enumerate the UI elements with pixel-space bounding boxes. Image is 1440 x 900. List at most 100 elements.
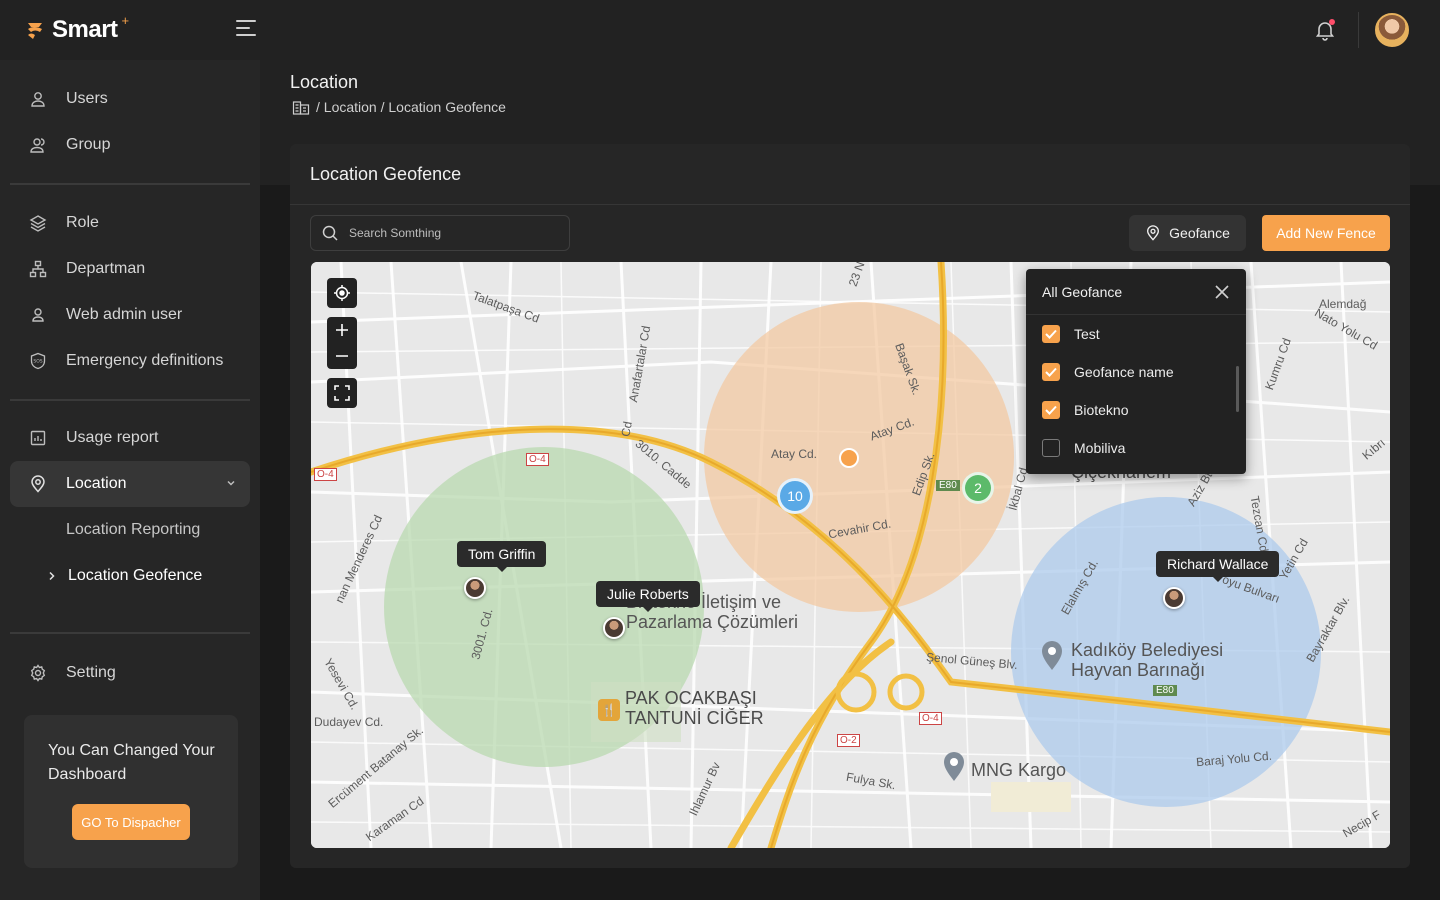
zoom-out-icon[interactable] xyxy=(335,349,349,363)
app-logo[interactable]: Smart + xyxy=(26,12,130,44)
option-label: Biotekno xyxy=(1074,402,1129,418)
checkbox-checked[interactable] xyxy=(1042,363,1060,381)
restaurant-icon: 🍴 xyxy=(598,699,620,721)
sidebar-item-label: Emergency definitions xyxy=(66,352,224,369)
svg-text:SOS: SOS xyxy=(33,359,42,365)
dropdown-scrollbar[interactable] xyxy=(1236,366,1239,412)
report-icon xyxy=(28,428,48,448)
top-bar: Smart + xyxy=(0,0,1440,60)
person-marker[interactable] xyxy=(1163,587,1185,609)
option-label: Geofance name xyxy=(1074,364,1174,380)
close-icon[interactable] xyxy=(1214,284,1230,300)
sidebar-item-departman[interactable]: Departman xyxy=(10,246,250,292)
sidebar-item-label: Group xyxy=(66,136,111,153)
logo-text: Smart xyxy=(52,16,118,43)
location-pin-icon xyxy=(28,474,48,494)
sidebar-item-label: Departman xyxy=(66,260,146,277)
geofence-filter-button[interactable]: Geofance xyxy=(1129,215,1246,251)
road-badge: O-4 xyxy=(314,468,337,481)
menu-toggle-icon[interactable] xyxy=(236,20,260,40)
dashboard-promo-card: You Can Changed Your Dashboard GO To Dis… xyxy=(24,715,238,868)
sidebar-divider xyxy=(10,183,250,185)
geofence-option-geofance-name[interactable]: Geofance name xyxy=(1042,363,1174,381)
logo-icon xyxy=(28,23,42,39)
person-tooltip: Tom Griffin xyxy=(457,541,547,572)
sidebar-subitem-location-reporting[interactable]: Location Reporting xyxy=(66,521,200,539)
road-badge: E80 xyxy=(936,480,960,491)
go-to-dispatcher-button[interactable]: GO To Dispacher xyxy=(72,804,190,840)
sidebar-item-label: Role xyxy=(66,214,99,231)
geofence-dropdown: All Geofance Test Geofance name Biotekno… xyxy=(1026,269,1246,474)
fullscreen-icon xyxy=(334,385,350,401)
search-input[interactable] xyxy=(349,226,549,240)
sidebar-item-users[interactable]: Users xyxy=(10,76,250,122)
geofence-option-test[interactable]: Test xyxy=(1042,325,1100,343)
poi-mng-kargo[interactable]: MNG Kargo xyxy=(971,760,1066,780)
sidebar-item-usage-report[interactable]: Usage report xyxy=(10,415,250,461)
checkbox-checked[interactable] xyxy=(1042,401,1060,419)
sidebar-item-label: Users xyxy=(66,90,108,107)
add-new-fence-button[interactable]: Add New Fence xyxy=(1262,215,1390,251)
breadcrumb-path[interactable]: / Location / Location Geofence xyxy=(316,99,506,115)
zoom-in-icon[interactable] xyxy=(335,323,349,337)
poi-kadikoy[interactable]: Kadıköy Belediyesi Hayvan Barınağı xyxy=(1071,640,1251,680)
sidebar-item-web-admin-user[interactable]: Web admin user xyxy=(10,292,250,338)
sidebar-subitem-label: Location Geofence xyxy=(68,567,203,584)
sidebar-item-group[interactable]: Group xyxy=(10,122,250,168)
user-avatar[interactable] xyxy=(1375,13,1409,47)
sidebar-item-label: Web admin user xyxy=(66,306,183,323)
road-badge: O-4 xyxy=(526,453,549,466)
zoom-controls xyxy=(327,317,357,369)
sidebar-item-label: Setting xyxy=(66,664,116,681)
sidebar-item-role[interactable]: Role xyxy=(10,200,250,246)
geofence-option-mobiliva[interactable]: Mobiliva xyxy=(1042,439,1125,457)
promo-text: You Can Changed Your Dashboard xyxy=(48,742,215,783)
sidebar-subitem-location-geofence[interactable]: Location Geofence xyxy=(48,567,202,585)
dropdown-title: All Geofance xyxy=(1026,269,1246,315)
locate-me-button[interactable] xyxy=(327,278,357,308)
person-tooltip: Julie Roberts xyxy=(596,581,700,612)
poi-pak-ocakbasi[interactable]: PAK OCAKBAŞI TANTUNİ CİĞER xyxy=(625,688,775,728)
hierarchy-icon xyxy=(28,259,48,279)
card-title: Location Geofence xyxy=(310,164,462,184)
location-pin-icon xyxy=(944,752,964,781)
user-icon xyxy=(28,305,48,325)
cluster-marker[interactable]: 10 xyxy=(777,478,813,514)
sidebar-item-emergency-definitions[interactable]: SOS Emergency definitions xyxy=(10,338,250,384)
page-title: Location xyxy=(290,72,359,92)
group-icon xyxy=(28,135,48,155)
card-divider xyxy=(290,204,1410,205)
cluster-marker[interactable]: 2 xyxy=(962,472,994,504)
layers-icon xyxy=(28,213,48,233)
road-badge: O-2 xyxy=(837,734,860,747)
sidebar-item-label: Usage report xyxy=(66,429,159,446)
checkbox-checked[interactable] xyxy=(1042,325,1060,343)
option-label: Mobiliva xyxy=(1074,440,1126,456)
search-icon xyxy=(322,225,338,241)
checkbox-unchecked[interactable] xyxy=(1042,439,1060,457)
breadcrumb: / Location / Location Geofence xyxy=(292,99,506,115)
crosshair-icon xyxy=(334,285,350,301)
sidebar-divider xyxy=(10,399,250,401)
option-label: Test xyxy=(1074,326,1100,342)
chevron-down-icon xyxy=(226,477,236,491)
logo-superscript: + xyxy=(121,12,130,28)
sidebar-item-setting[interactable]: Setting xyxy=(10,650,250,696)
search-box[interactable] xyxy=(310,215,570,251)
location-pin-icon xyxy=(1147,225,1160,241)
building-icon xyxy=(292,101,310,115)
sidebar-item-location[interactable]: Location xyxy=(10,461,250,507)
sidebar-item-label: Location xyxy=(66,475,127,492)
geofence-option-biotekno[interactable]: Biotekno xyxy=(1042,401,1128,419)
sidebar: Users Group Role Departman Web admin use… xyxy=(0,60,260,900)
user-icon xyxy=(28,89,48,109)
geofence-button-label: Geofance xyxy=(1169,225,1230,241)
sidebar-divider xyxy=(10,632,250,634)
person-marker[interactable] xyxy=(464,577,486,599)
notification-bell-icon[interactable] xyxy=(1313,18,1337,42)
location-pin-icon xyxy=(1042,641,1062,670)
fullscreen-button[interactable] xyxy=(327,378,357,408)
person-tooltip: Richard Wallace xyxy=(1156,551,1280,582)
street-label: Cd xyxy=(618,420,635,438)
person-marker[interactable] xyxy=(603,617,625,639)
